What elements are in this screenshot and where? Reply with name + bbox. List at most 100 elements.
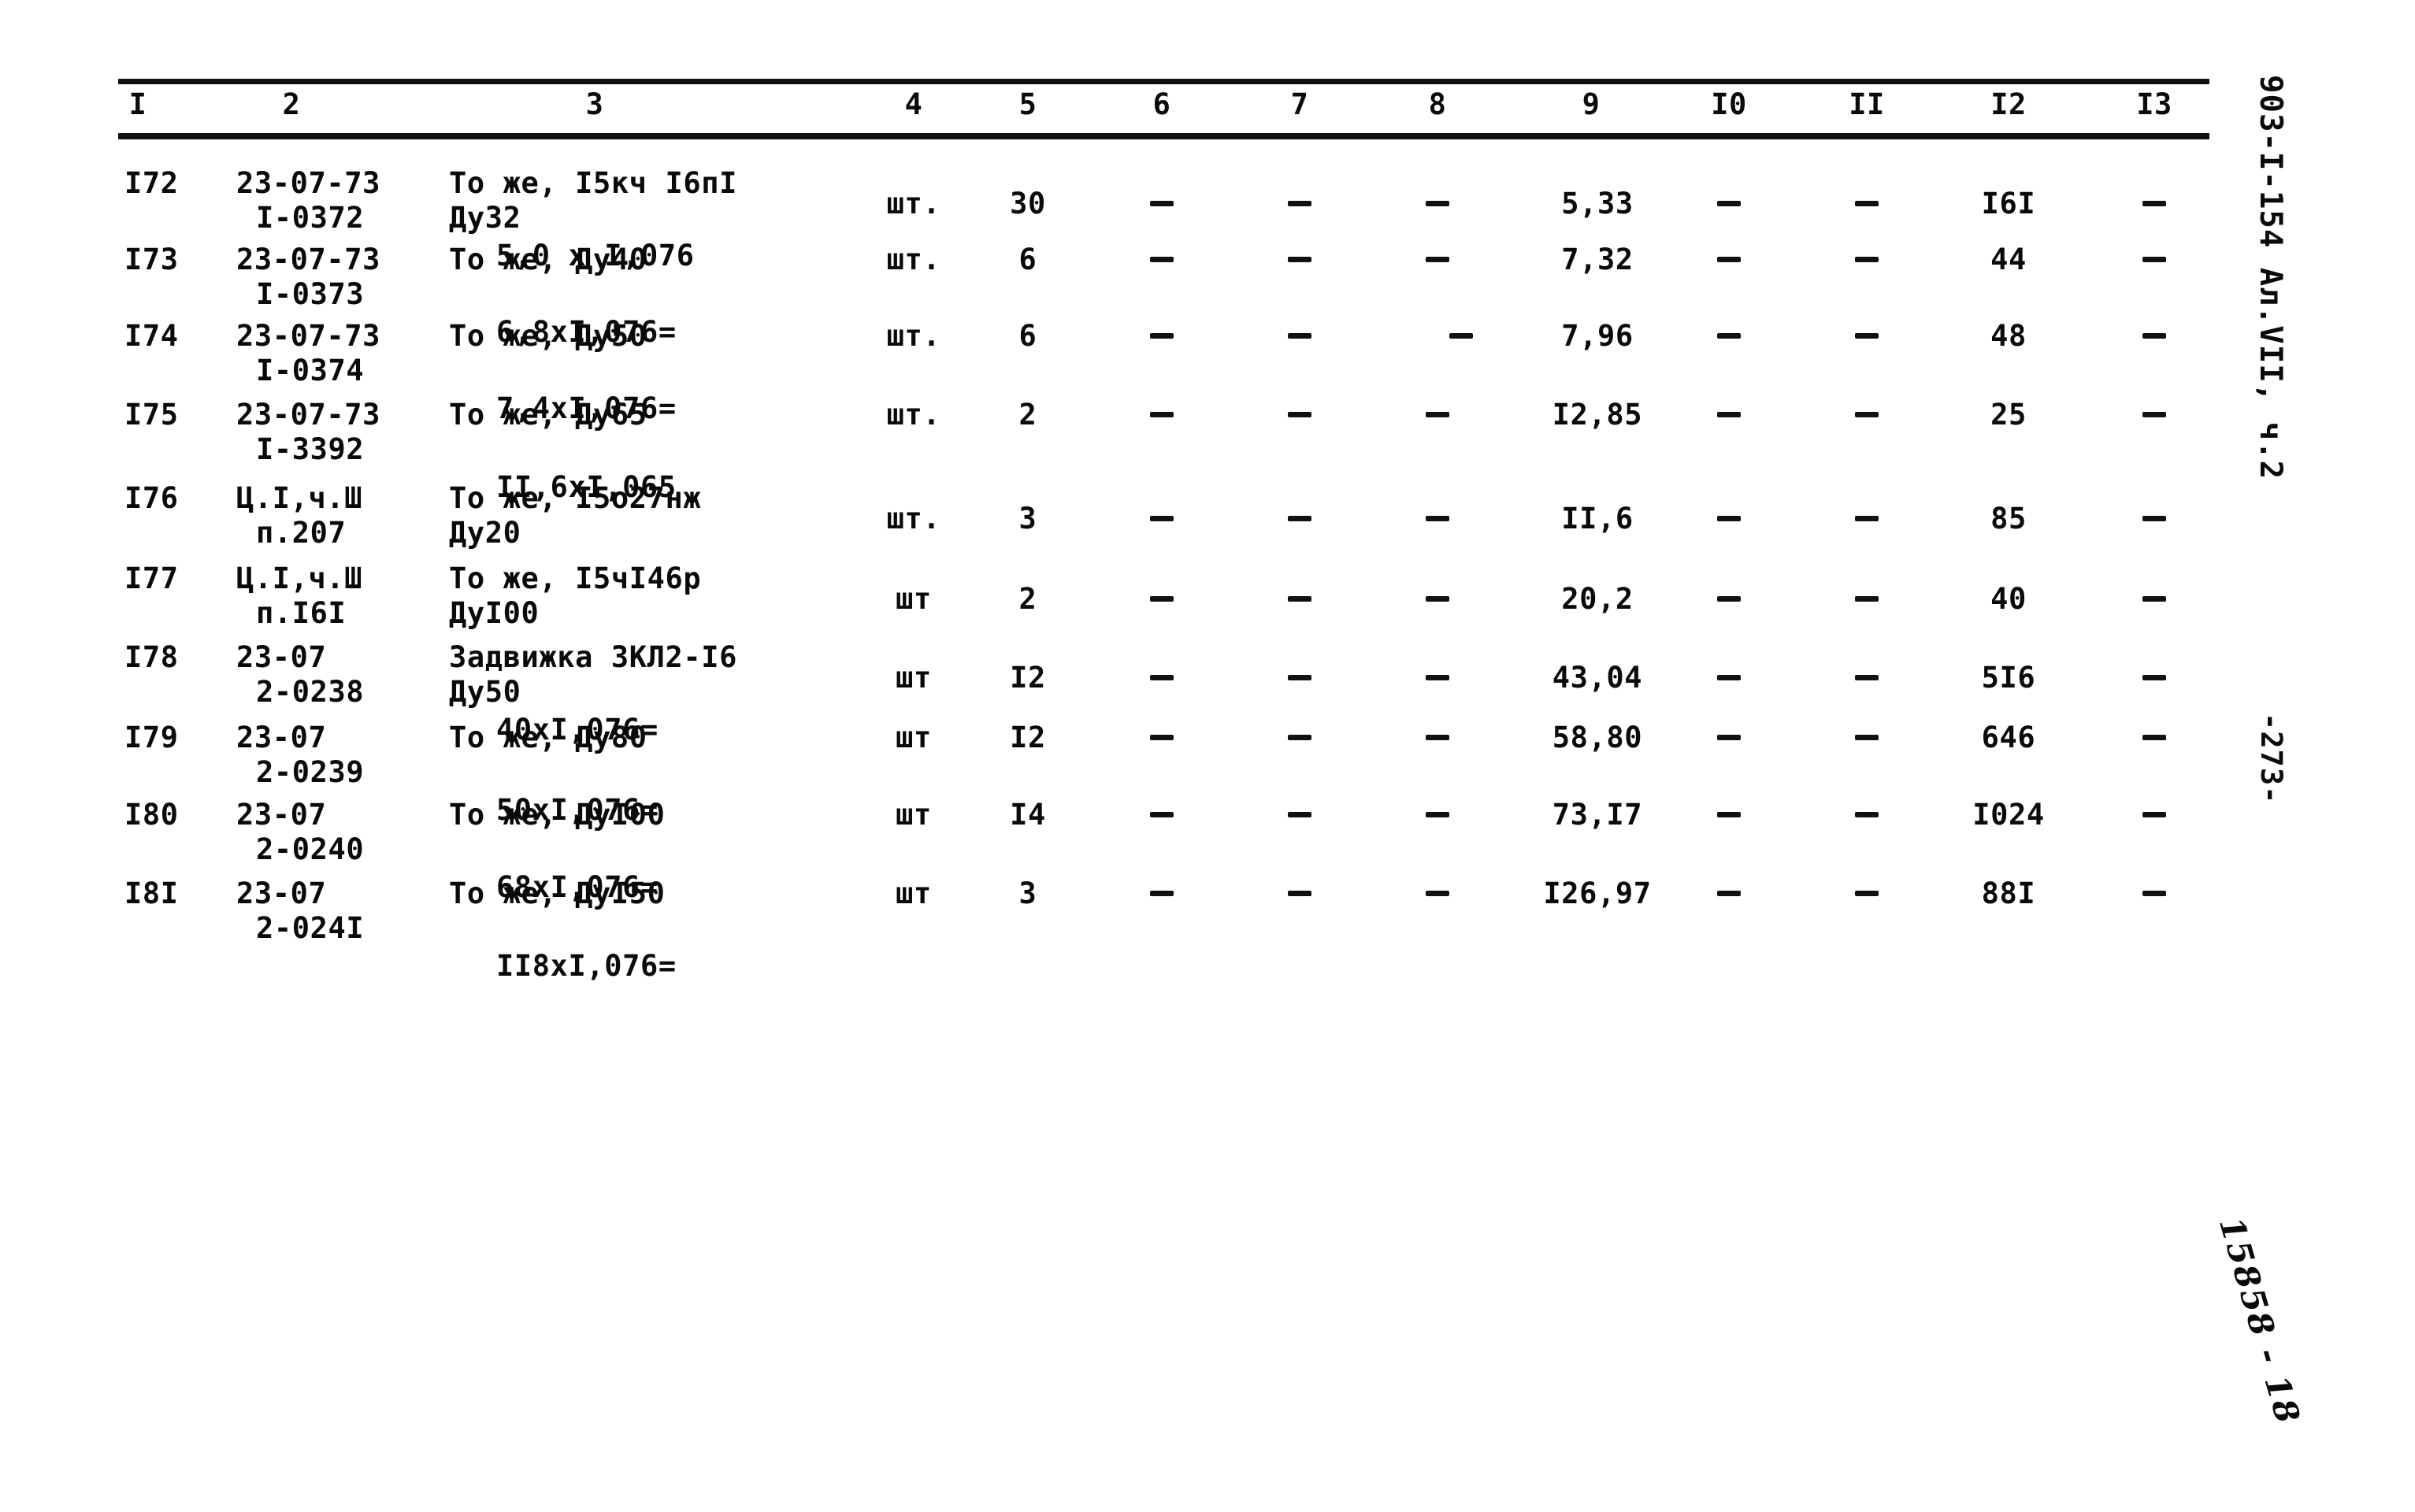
row-col7-dash — [1288, 735, 1311, 740]
row-col7-dash — [1288, 675, 1311, 680]
row-col11-dash — [1855, 412, 1879, 417]
row-col7-dash — [1288, 412, 1311, 417]
row-col11-dash — [1855, 812, 1879, 817]
row-col13-dash — [2142, 201, 2166, 206]
row-col12-value: 40 — [1990, 582, 2027, 616]
row-unit: шт — [896, 798, 932, 832]
row-col11-dash — [1855, 675, 1879, 680]
row-col6-dash — [1150, 412, 1174, 417]
row-col11-dash — [1855, 891, 1879, 896]
row-quantity: 30 — [1010, 187, 1046, 220]
row-col9-value: I26,97 — [1543, 876, 1652, 910]
row-description-line-1: То же, Ду40 — [449, 243, 647, 276]
row-col8-dash — [1426, 812, 1449, 817]
row-code-line-2: I-0374 — [256, 354, 365, 387]
row-description-line-1: То же, Ду80 — [449, 721, 647, 754]
row-quantity: 3 — [1018, 502, 1037, 536]
row-description-line-2: Ду50 — [449, 675, 521, 709]
row-description-line-1: То же, I5о27нж — [449, 481, 702, 515]
scanned-document-page: I 2 3 4 5 6 7 8 9 I0 II I2 I3 I72 23-07-7… — [0, 0, 2415, 1512]
column-header-10: I0 — [1711, 87, 1747, 121]
row-col6-dash — [1150, 812, 1174, 817]
row-code-line-1: 23-07-73 — [236, 319, 381, 353]
row-code-line-2: 2-0240 — [256, 832, 365, 866]
row-col10-dash — [1717, 735, 1741, 740]
row-code-line-1: Ц.I,ч.Ш — [236, 561, 363, 595]
row-col13-dash — [2142, 675, 2166, 680]
row-col8-dash — [1426, 201, 1449, 206]
row-code-line-1: 23-07-73 — [236, 398, 381, 432]
row-position-number: I72 — [124, 166, 179, 200]
column-header-4: 4 — [904, 87, 923, 121]
row-col9-value: I2,85 — [1552, 398, 1643, 432]
row-code-line-2: п.I6I — [256, 596, 347, 630]
row-col7-dash — [1288, 516, 1311, 521]
row-col12-value: 5I6 — [1981, 661, 2036, 695]
row-col13-dash — [2142, 412, 2166, 417]
row-col9-value: II,6 — [1561, 502, 1634, 536]
row-col8-dash — [1426, 675, 1449, 680]
row-col9-value: 73,I7 — [1552, 798, 1643, 832]
row-code-line-1: 23-07 — [236, 721, 327, 754]
row-col8-dash — [1426, 516, 1449, 521]
row-col12-value: I6I — [1981, 187, 2036, 220]
row-col10-dash — [1717, 596, 1741, 602]
row-quantity: I2 — [1010, 721, 1046, 754]
row-col6-dash — [1150, 201, 1174, 206]
row-code-line-2: п.207 — [256, 516, 347, 550]
row-col7-dash — [1288, 891, 1311, 896]
row-unit: шт. — [886, 319, 941, 353]
column-header-9: 9 — [1582, 87, 1601, 121]
row-position-number: I79 — [124, 721, 179, 754]
row-col9-value: 43,04 — [1552, 661, 1643, 695]
column-header-1: I — [128, 87, 147, 121]
row-col11-dash — [1855, 596, 1879, 602]
row-col12-value: 44 — [1990, 243, 2027, 276]
row-quantity: 2 — [1018, 398, 1037, 432]
row-col8-dash — [1449, 333, 1473, 339]
row-col9-value: 20,2 — [1561, 582, 1634, 616]
row-description-line-3: II8хI,076= — [496, 949, 677, 983]
row-col8-dash — [1426, 412, 1449, 417]
column-header-3: 3 — [585, 87, 604, 121]
row-col9-value: 5,33 — [1561, 187, 1634, 220]
row-unit: шт. — [886, 398, 941, 432]
page-number: -273- — [2254, 713, 2288, 805]
row-col10-dash — [1717, 675, 1741, 680]
row-col12-value: 88I — [1981, 876, 2036, 910]
row-col12-value: 48 — [1990, 319, 2027, 353]
row-code-line-2: 2-024I — [256, 911, 365, 945]
table-body: I72 23-07-73 I-0372 То же, I5кч I6пI Ду32 5,0… — [118, 144, 2209, 1388]
row-position-number: I77 — [124, 561, 179, 595]
row-code-line-1: 23-07 — [236, 798, 327, 832]
row-unit: шт. — [886, 243, 941, 276]
row-col10-dash — [1717, 201, 1741, 206]
row-col13-dash — [2142, 812, 2166, 817]
row-description-line-1: То же, Ду65 — [449, 398, 647, 432]
specification-table: I 2 3 4 5 6 7 8 9 I0 II I2 I3 I72 23-07-7… — [118, 79, 2209, 1388]
row-code-line-1: 23-07 — [236, 640, 327, 674]
row-position-number: I78 — [124, 640, 179, 674]
row-col13-dash — [2142, 516, 2166, 521]
row-col7-dash — [1288, 333, 1311, 339]
row-quantity: I4 — [1010, 798, 1046, 832]
column-header-7: 7 — [1290, 87, 1309, 121]
row-col9-value: 7,96 — [1561, 319, 1634, 353]
row-col11-dash — [1855, 257, 1879, 262]
row-col6-dash — [1150, 516, 1174, 521]
row-col10-dash — [1717, 891, 1741, 896]
row-code-line-2: 2-0238 — [256, 675, 365, 709]
table-header-rule — [118, 133, 2209, 139]
archive-stamp: 15858 - 18 — [2211, 1213, 2308, 1429]
row-col8-dash — [1426, 257, 1449, 262]
row-col10-dash — [1717, 516, 1741, 521]
row-col12-value: 646 — [1981, 721, 2036, 754]
row-col8-dash — [1426, 735, 1449, 740]
column-header-13: I3 — [2136, 87, 2172, 121]
row-code-line-2: I-3392 — [256, 432, 365, 466]
row-col6-dash — [1150, 333, 1174, 339]
row-unit: шт. — [886, 187, 941, 220]
row-position-number: I80 — [124, 798, 179, 832]
row-position-number: I76 — [124, 481, 179, 515]
row-description-line-1: То же, I5чI46р — [449, 561, 702, 595]
